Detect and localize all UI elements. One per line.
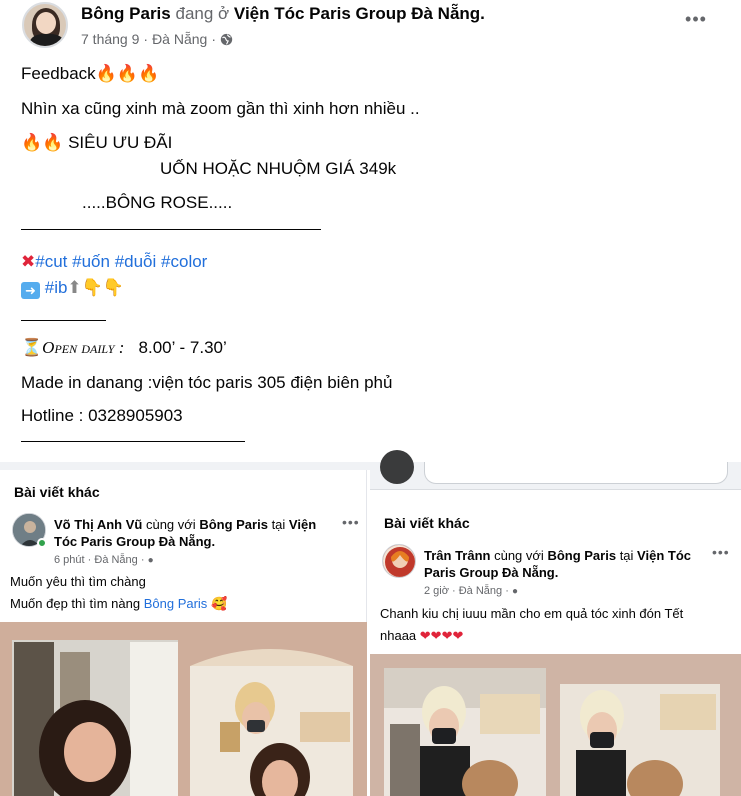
fire-icon: 🔥🔥🔥 — [95, 64, 160, 84]
more-horizontal-icon[interactable]: ••• — [712, 544, 730, 560]
hashtag-uon[interactable]: #uốn — [72, 252, 110, 271]
pointing-down-icon: 👇👇 — [81, 278, 125, 298]
divider — [21, 229, 321, 230]
section-title: Bài viết khác — [384, 515, 470, 531]
section-title: Bài viết khác — [14, 484, 100, 500]
post-date[interactable]: 7 tháng 9 — [81, 31, 139, 47]
heart-icon: ❤❤❤❤ — [419, 628, 464, 643]
post-text-line-2: Muốn đẹp thì tìm nàng Bông Paris 🥰 — [10, 596, 228, 612]
main-post: Bông Paris đang ở Viện Tóc Paris Group Đ… — [0, 0, 741, 462]
checkin-word: đang ở — [175, 4, 230, 23]
feedback-line: Feedback🔥🔥🔥 — [21, 64, 160, 84]
post-text-line-2: nhaaa ❤❤❤❤ — [380, 628, 464, 643]
other-post-right: Bài viết khác Trân Trânn cùng với Bông P… — [370, 450, 741, 796]
post-header: Võ Thị Anh Vũ cùng với Bông Paris tại Vi… — [54, 517, 317, 549]
more-horizontal-icon[interactable]: ••• — [684, 10, 708, 30]
post-place[interactable]: Đà Nẵng — [152, 31, 207, 47]
hashtag-color[interactable]: #color — [161, 252, 207, 271]
post-header: Trân Trânn cùng với Bông Paris tại Viện … — [424, 548, 691, 580]
cross-mark-icon: ✖ — [21, 252, 36, 271]
post-meta: 7 tháng 9 · Đà Nẵng · — [81, 31, 233, 47]
open-hours-line: ⏳Open daily : 8.00’ - 7.30’ — [21, 338, 227, 358]
divider — [21, 441, 245, 442]
top-arrow-icon: ⬆ — [67, 278, 82, 298]
other-post-left: Bài viết khác Võ Thị Anh Vũ cùng với Bôn… — [0, 470, 367, 796]
post-photo[interactable] — [0, 622, 367, 796]
promo-line: 🔥🔥 SIÊU ƯU ĐÃI — [21, 133, 173, 153]
author-name[interactable]: Bông Paris — [81, 4, 171, 23]
post-photo[interactable] — [370, 654, 741, 796]
hotline-line: Hotline : 0328905903 — [21, 406, 183, 425]
brand-line: .....BÔNG ROSE..... — [82, 193, 233, 212]
post-text-line-1: Chanh kiu chị iuuu mần cho em quả tóc xi… — [380, 606, 684, 621]
divider — [21, 320, 106, 321]
globe-icon[interactable] — [220, 33, 233, 46]
right-arrow-icon: ➜ — [21, 282, 40, 299]
ib-line: ➜ #ib⬆👇👇 — [21, 278, 124, 299]
hashtag-duoi[interactable]: #duỗi — [115, 252, 157, 271]
author-avatar[interactable] — [22, 2, 68, 48]
address-line: Made in danang :viện tóc paris 305 điện … — [21, 373, 393, 392]
hourglass-icon: ⏳ — [21, 338, 43, 358]
hashtag-cut[interactable]: #cut — [35, 252, 67, 271]
author-avatar[interactable] — [382, 544, 416, 578]
post-meta: 2 giờ · Đà Nẵng · ● — [424, 585, 518, 597]
search-bar-strip — [370, 450, 741, 490]
offer-line: UỐN HOẶC NHUỘM GIÁ 349k — [160, 159, 397, 178]
fire-icon: 🔥🔥 — [21, 133, 64, 153]
more-horizontal-icon[interactable]: ••• — [342, 514, 360, 530]
hashtag-ib[interactable]: #ib — [45, 278, 68, 297]
tagline: Nhìn xa cũng xinh mà zoom gần thì xinh h… — [21, 99, 420, 118]
comment-input[interactable] — [424, 462, 728, 484]
post-text-line-1: Muốn yêu thì tìm chàng — [10, 574, 146, 589]
post-meta: 6 phút · Đà Nẵng · ● — [54, 554, 154, 566]
hashtag-line: ✖#cut #uốn #duỗi #color — [21, 252, 207, 272]
checkin-location[interactable]: Viện Tóc Paris Group Đà Nẵng. — [234, 4, 485, 23]
globe-icon: ● — [511, 586, 518, 597]
online-status — [37, 538, 47, 548]
post-header: Bông Paris đang ở Viện Tóc Paris Group Đ… — [81, 4, 485, 24]
avatar[interactable] — [380, 450, 414, 484]
globe-icon: ● — [147, 555, 154, 566]
